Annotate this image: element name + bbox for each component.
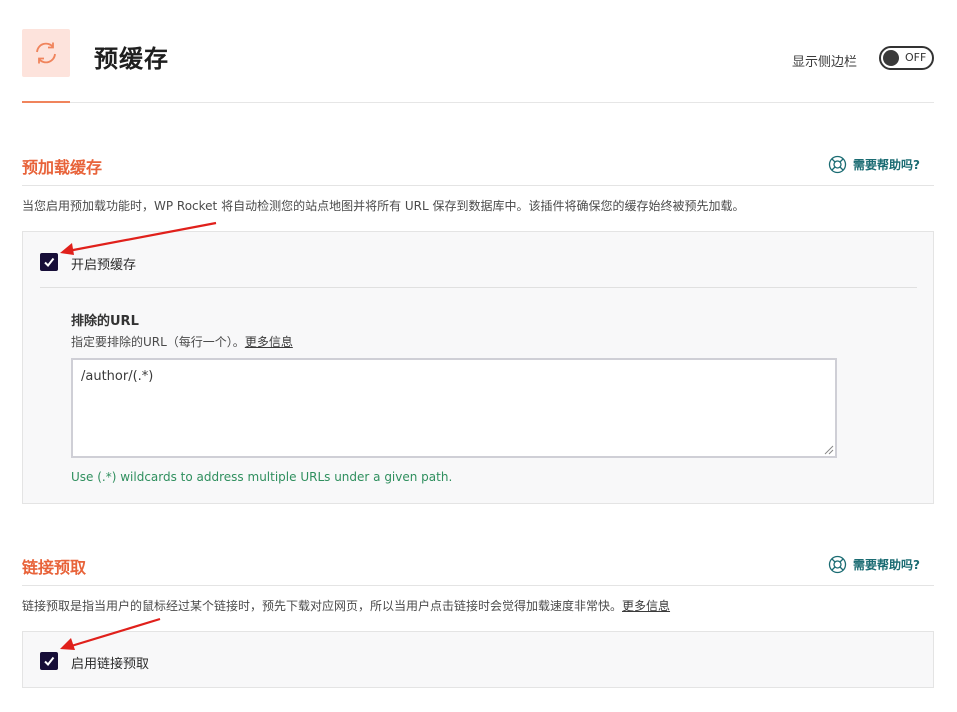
- preload-help-link[interactable]: 需要帮助吗?: [828, 155, 920, 174]
- prefetch-more-info-link[interactable]: 更多信息: [622, 599, 670, 613]
- preload-settings-page: 预缓存 显示侧边栏 OFF 预加载缓存 需要帮助吗? 当您启用预加载功能时，WP…: [0, 0, 957, 712]
- enable-preload-label: 开启预缓存: [71, 258, 137, 273]
- panel-divider: [40, 287, 917, 288]
- enable-prefetch-checkbox[interactable]: [40, 652, 58, 670]
- exclude-urls-title: 排除的URL: [71, 314, 139, 329]
- sidebar-toggle[interactable]: OFF: [879, 46, 934, 70]
- page-title: 预缓存: [94, 45, 169, 73]
- checkmark-icon: [44, 257, 55, 268]
- prefetch-options-panel: 启用链接预取: [22, 631, 934, 688]
- help-link-label: 需要帮助吗?: [853, 158, 920, 172]
- preload-options-panel: 开启预缓存 排除的URL 指定要排除的URL（每行一个）。更多信息 /autho…: [22, 231, 934, 504]
- exclude-urls-hint: Use (.*) wildcards to address multiple U…: [71, 470, 453, 484]
- prefetch-section-title: 链接预取: [22, 558, 87, 577]
- header-accent-bar: [22, 101, 70, 103]
- prefetch-help-link[interactable]: 需要帮助吗?: [828, 555, 920, 574]
- prefetch-section-divider: [22, 585, 934, 586]
- header-divider: [22, 102, 934, 103]
- prefetch-description: 链接预取是指当用户的鼠标经过某个链接时，预先下载对应网页，所以当用户点击链接时会…: [22, 597, 670, 614]
- exclude-urls-textarea[interactable]: /author/(.*): [71, 358, 837, 458]
- refresh-icon: [22, 29, 70, 77]
- resize-grip-icon[interactable]: [824, 445, 834, 455]
- checkmark-icon: [44, 656, 55, 667]
- exclude-more-info-link[interactable]: 更多信息: [245, 335, 293, 349]
- preload-section-title: 预加载缓存: [22, 158, 103, 177]
- lifebuoy-icon: [828, 555, 847, 574]
- enable-preload-checkbox[interactable]: [40, 253, 58, 271]
- preload-description: 当您启用预加载功能时，WP Rocket 将自动检测您的站点地图并将所有 URL…: [22, 199, 745, 213]
- toggle-knob: [883, 50, 899, 66]
- toggle-state-text: OFF: [905, 51, 927, 64]
- preload-section-divider: [22, 185, 934, 186]
- lifebuoy-icon: [828, 155, 847, 174]
- help-link-label: 需要帮助吗?: [853, 558, 920, 572]
- show-sidebar-label: 显示侧边栏: [792, 55, 858, 70]
- exclude-urls-description-text: 指定要排除的URL（每行一个）。: [71, 335, 245, 349]
- enable-prefetch-label: 启用链接预取: [71, 657, 150, 672]
- prefetch-description-text: 链接预取是指当用户的鼠标经过某个链接时，预先下载对应网页，所以当用户点击链接时会…: [22, 599, 623, 613]
- exclude-urls-description: 指定要排除的URL（每行一个）。更多信息: [71, 333, 293, 350]
